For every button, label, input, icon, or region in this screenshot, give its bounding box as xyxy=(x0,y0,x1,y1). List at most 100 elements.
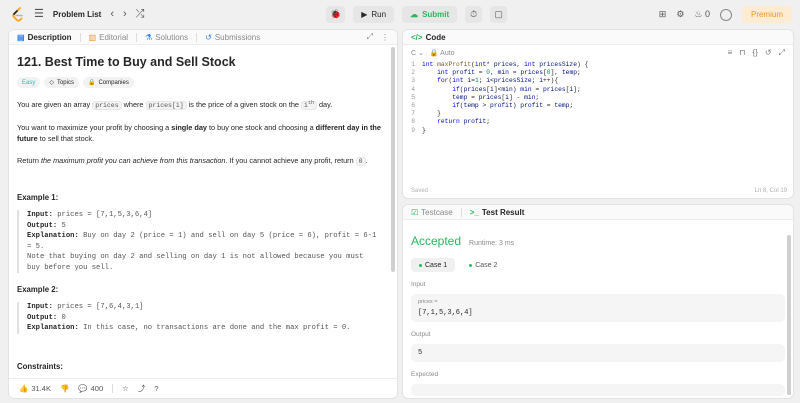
thumbs-down-icon: 👎 xyxy=(59,384,70,393)
case-tabs: Case 1 Case 2 xyxy=(411,258,785,272)
avatar[interactable] xyxy=(719,8,732,21)
code-status-bar: Saved Ln 8, Col 19 xyxy=(411,188,787,194)
star-icon: ☆ xyxy=(122,384,129,393)
case-1-tab[interactable]: Case 1 xyxy=(411,258,456,272)
more-icon[interactable]: ⋮ xyxy=(381,33,389,42)
thumbs-up-icon: 👍 xyxy=(19,384,29,393)
settings-icon[interactable]: ⚙ xyxy=(676,9,684,20)
history-icon: ↺ xyxy=(205,32,212,42)
description-paragraph-3: Return the maximum profit you can achiev… xyxy=(17,155,368,166)
tab-divider xyxy=(136,32,138,42)
tab-divider xyxy=(79,32,81,42)
case-2-tab[interactable]: Case 2 xyxy=(461,258,505,272)
editorial-icon: ▥ xyxy=(88,32,97,42)
tab-divider xyxy=(196,32,198,42)
input-label: Input xyxy=(411,281,426,288)
code-icon: </> xyxy=(411,32,423,42)
notes-icon[interactable]: ▢ xyxy=(490,6,508,23)
layout-icon[interactable]: ⊞ xyxy=(659,9,667,20)
result-body: Accepted Runtime: 3 ms Case 1 Case 2 Inp… xyxy=(403,234,793,396)
bookmark-icon[interactable]: ⊓ xyxy=(739,48,745,58)
cursor-position: Ln 8, Col 19 xyxy=(754,188,787,194)
share-button[interactable]: ⤴ xyxy=(138,383,146,394)
debug-icon[interactable]: 🐞 xyxy=(326,6,346,23)
code-panel: </> Code C ⌄ 🔒 Auto ≡ ⊓ {} ↺ ⤢ 1 int maxP… xyxy=(402,29,794,199)
flask-icon: ⚗ xyxy=(145,32,153,42)
problem-tags: Easy ◇ Topics 🔒 Companies xyxy=(17,77,389,88)
share-icon: ⤴ xyxy=(137,384,146,393)
language-select[interactable]: C ⌄ xyxy=(411,49,424,57)
like-button[interactable]: 👍 31.4K xyxy=(19,384,51,393)
output-box: 5 xyxy=(411,344,785,362)
code-editor[interactable]: 1 int maxProfit(int* prices, int pricesSi… xyxy=(403,61,793,181)
constraints-title: Constraints: xyxy=(17,361,63,371)
dislike-button[interactable]: 👎 xyxy=(60,384,69,393)
favorite-button[interactable]: ☆ xyxy=(122,384,129,393)
expected-label: Expected xyxy=(411,371,439,378)
description-icon: ▤ xyxy=(17,32,25,42)
fullscreen-icon[interactable]: ⤢ xyxy=(779,48,785,58)
description-scrollbar[interactable] xyxy=(391,47,395,272)
streak-icon[interactable]: ♨ 0 xyxy=(694,9,710,20)
tab-description[interactable]: ▤ Description xyxy=(17,33,72,42)
leetcode-logo-icon[interactable] xyxy=(11,6,25,23)
next-problem-icon[interactable]: › xyxy=(123,9,127,20)
problem-title: 121. Best Time to Buy and Sell Stock xyxy=(17,55,236,69)
output-label: Output xyxy=(411,331,431,338)
save-status: Saved xyxy=(411,188,429,194)
problem-list-link[interactable]: Problem List xyxy=(53,10,101,19)
top-bar: ☰ Problem List ‹ › ⤮ 🐞 ▶ Run ☁ Submit ⏱ … xyxy=(0,0,800,29)
input-box: prices = [7,1,5,3,6,4] xyxy=(411,294,785,322)
expand-icon[interactable]: ⤢ xyxy=(367,32,373,42)
prev-problem-icon[interactable]: ‹ xyxy=(110,9,114,20)
example-2-title: Example 2: xyxy=(17,285,59,295)
pass-dot xyxy=(469,263,473,267)
tab-editorial[interactable]: ▥ Editorial xyxy=(89,33,128,42)
cloud-upload-icon: ☁ xyxy=(410,10,419,19)
description-paragraph-1: You are given an array prices where pric… xyxy=(17,100,333,111)
topics-button[interactable]: ◇ Topics xyxy=(44,77,79,88)
tab-testcase[interactable]: ☑ Testcase xyxy=(411,208,453,217)
description-paragraph-2: You want to maximize your profit by choo… xyxy=(17,122,381,144)
braces-icon[interactable]: {} xyxy=(753,48,758,58)
code-header: </> Code xyxy=(403,30,793,45)
tag-icon: ◇ xyxy=(49,80,54,86)
format-icon[interactable]: ≡ xyxy=(728,48,733,58)
expected-box xyxy=(411,384,785,396)
run-button[interactable]: ▶ Run xyxy=(353,6,395,23)
description-panel: ▤ Description ▥ Editorial ⚗ Solutions ↺ … xyxy=(8,29,398,399)
tab-code[interactable]: </> Code xyxy=(411,33,446,42)
input-value: [7,1,5,3,6,4] xyxy=(418,309,473,317)
example-1-title: Example 1: xyxy=(17,193,59,203)
output-value: 5 xyxy=(418,349,423,357)
difficulty-badge: Easy xyxy=(17,77,41,88)
example-1-block: Input: prices = [7,1,5,3,6,4] Output: 5 … xyxy=(17,210,389,274)
timer-icon[interactable]: ⏱ xyxy=(465,6,483,23)
result-tabs: ☑ Testcase >_ Test Result xyxy=(403,205,793,220)
checkbox-icon: ☑ xyxy=(411,207,419,217)
help-button[interactable]: ? xyxy=(154,384,158,393)
tab-submissions[interactable]: ↺ Submissions xyxy=(205,33,260,42)
description-footer: 👍 31.4K 👎 💬 400 ☆ ⤴ ? xyxy=(9,378,397,398)
tab-solutions[interactable]: ⚗ Solutions xyxy=(145,33,188,42)
terminal-icon: >_ xyxy=(469,207,479,217)
shuffle-icon[interactable]: ⤮ xyxy=(136,9,145,20)
description-tabs: ▤ Description ▥ Editorial ⚗ Solutions ↺ … xyxy=(9,30,397,45)
auto-mode[interactable]: 🔒 Auto xyxy=(430,49,455,57)
help-icon: ? xyxy=(154,384,159,393)
code-toolbar: C ⌄ 🔒 Auto ≡ ⊓ {} ↺ ⤢ xyxy=(403,45,793,61)
list-icon[interactable]: ☰ xyxy=(34,9,44,20)
submit-button[interactable]: ☁ Submit xyxy=(402,6,458,23)
result-status: Accepted xyxy=(411,234,462,248)
tab-divider xyxy=(460,207,462,217)
premium-button[interactable]: Premium xyxy=(741,6,792,23)
comments-button[interactable]: 💬 400 xyxy=(78,384,103,393)
example-2-block: Input: prices = [7,6,4,3,1] Output: 0 Ex… xyxy=(17,302,389,334)
description-content: 121. Best Time to Buy and Sell Stock Eas… xyxy=(9,45,397,387)
tab-test-result[interactable]: >_ Test Result xyxy=(470,208,525,217)
reset-icon[interactable]: ↺ xyxy=(765,48,772,58)
result-scrollbar[interactable] xyxy=(787,235,791,395)
companies-button[interactable]: 🔒 Companies xyxy=(82,77,134,88)
lock-icon: 🔒 xyxy=(429,50,439,57)
lock-icon: 🔒 xyxy=(87,80,96,86)
